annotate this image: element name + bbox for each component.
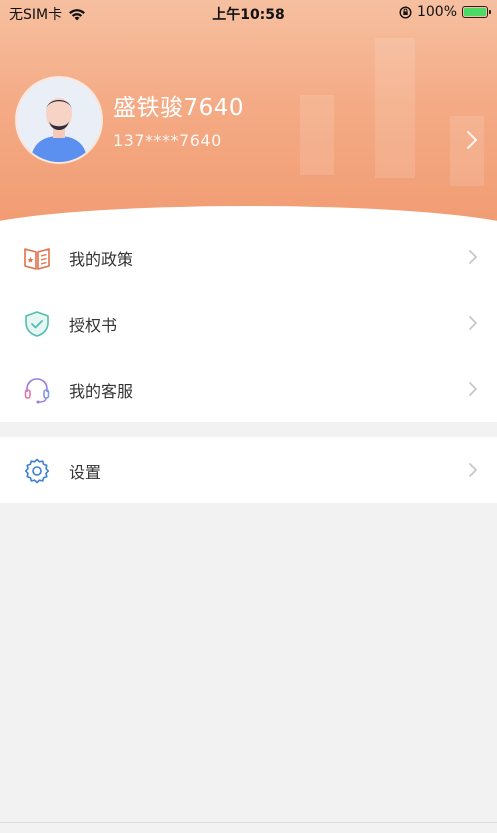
- decorative-bar: [300, 95, 334, 175]
- policy-book-icon: [24, 248, 50, 270]
- decorative-bar: [375, 38, 415, 178]
- profile-name: 盛铁骏7640: [113, 95, 245, 121]
- chevron-right-icon: [469, 382, 477, 396]
- menu-item-authorization[interactable]: 授权书: [0, 290, 497, 356]
- menu-item-label: 授权书: [69, 316, 118, 335]
- menu-item-policy[interactable]: 我的政策: [0, 224, 497, 290]
- menu-item-settings[interactable]: 设置: [0, 437, 497, 503]
- status-bar: 无SIM卡 上午10:58 100%: [0, 0, 497, 26]
- menu-item-label: 我的客服: [69, 382, 134, 401]
- gear-icon: [24, 458, 50, 484]
- tab-bar-divider: [0, 822, 497, 823]
- menu-item-label: 我的政策: [69, 250, 134, 269]
- avatar[interactable]: [17, 78, 101, 162]
- decorative-bar: [450, 116, 484, 186]
- menu-item-label: 设置: [69, 463, 102, 482]
- menu-item-customer-service[interactable]: 我的客服: [0, 356, 497, 422]
- profile-phone: 137****7640: [113, 131, 222, 150]
- chevron-right-icon: [469, 316, 477, 330]
- chevron-right-icon: [469, 250, 477, 264]
- orientation-lock-icon: [399, 5, 412, 19]
- chevron-right-icon: [469, 463, 477, 477]
- user-avatar-icon: [17, 78, 101, 162]
- menu-card-main: 我的政策 授权书 我的客服: [0, 224, 497, 422]
- menu-card-settings: 设置: [0, 437, 497, 503]
- battery-icon: [462, 6, 491, 18]
- profile-chevron-right-icon[interactable]: [466, 130, 478, 150]
- shield-check-icon: [25, 311, 49, 337]
- headset-icon: [24, 378, 50, 404]
- battery-percent: 100%: [416, 4, 457, 20]
